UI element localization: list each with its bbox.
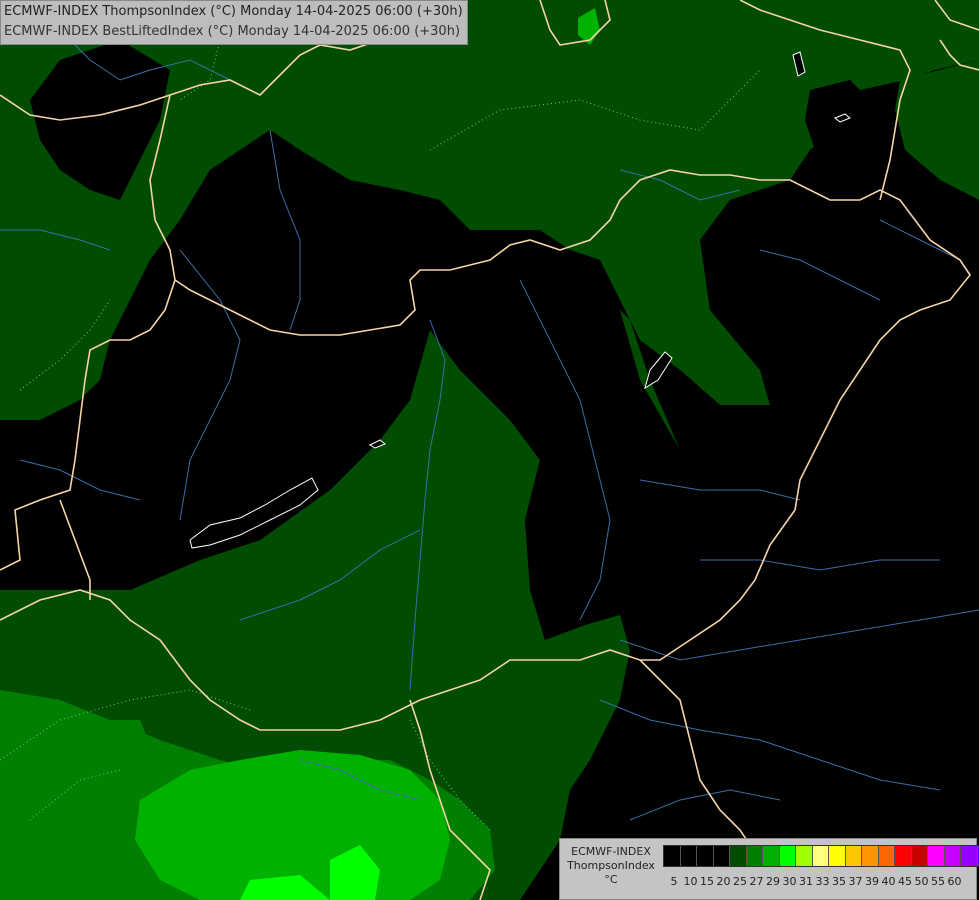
legend-swatch [895, 846, 912, 866]
legend-swatch [713, 846, 730, 866]
legend-tick-label: 5 [670, 875, 678, 888]
legend-tick-label: 35 [832, 875, 846, 888]
legend-swatch [878, 846, 895, 866]
color-legend: ECMWF-INDEX ThompsonIndex °C 5 10 15 20 25 27… [559, 838, 979, 900]
map-title-box: ECMWF-INDEX ThompsonIndex (°C) Monday 14… [0, 0, 468, 45]
legend-tick-label: 33 [815, 875, 830, 888]
legend-tick-label: 45 [898, 875, 912, 888]
weather-map [0, 0, 979, 900]
legend-swatch [862, 846, 879, 866]
legend-tick-label: 39 [865, 875, 879, 888]
legend-tick-label: 30 [782, 875, 797, 888]
legend-tick-label: 55 [931, 875, 945, 888]
legend-tick-label: 20 [716, 875, 731, 888]
legend-tick-label: 40 [881, 875, 896, 888]
legend-swatch [944, 846, 961, 866]
legend-swatch [796, 846, 813, 866]
legend-parameter: ThompsonIndex [567, 859, 655, 872]
legend-title: ECMWF-INDEX ThompsonIndex °C [563, 845, 659, 887]
legend-swatch [680, 846, 697, 866]
legend-swatch [730, 846, 747, 866]
legend-tick-label: 25 [733, 875, 747, 888]
legend-tick-label: 60 [947, 875, 962, 888]
legend-swatch [697, 846, 714, 866]
legend-tick-label: 15 [700, 875, 714, 888]
legend-tick-label: 27 [749, 875, 764, 888]
legend-tick-label: 50 [914, 875, 929, 888]
legend-swatch [763, 846, 780, 866]
legend-unit: °C [604, 873, 618, 886]
legend-swatch [961, 846, 978, 866]
legend-swatch [928, 846, 945, 866]
legend-tick-label: 31 [799, 875, 813, 888]
legend-model: ECMWF-INDEX [571, 845, 651, 858]
legend-tick-label: 37 [848, 875, 863, 888]
legend-tick-label: 29 [766, 875, 780, 888]
legend-swatch [845, 846, 862, 866]
legend-swatch [664, 846, 681, 866]
legend-tick-label: 10 [683, 875, 698, 888]
legend-swatches [663, 845, 979, 867]
legend-swatch [829, 846, 846, 866]
legend-swatch [779, 846, 796, 866]
legend-swatch [911, 846, 928, 866]
title-thompson-index: ECMWF-INDEX ThompsonIndex (°C) Monday 14… [4, 4, 463, 19]
legend-swatch [746, 846, 763, 866]
title-best-lifted-index: ECMWF-INDEX BestLiftedIndex (°C) Monday … [4, 24, 461, 39]
legend-swatch [812, 846, 829, 866]
